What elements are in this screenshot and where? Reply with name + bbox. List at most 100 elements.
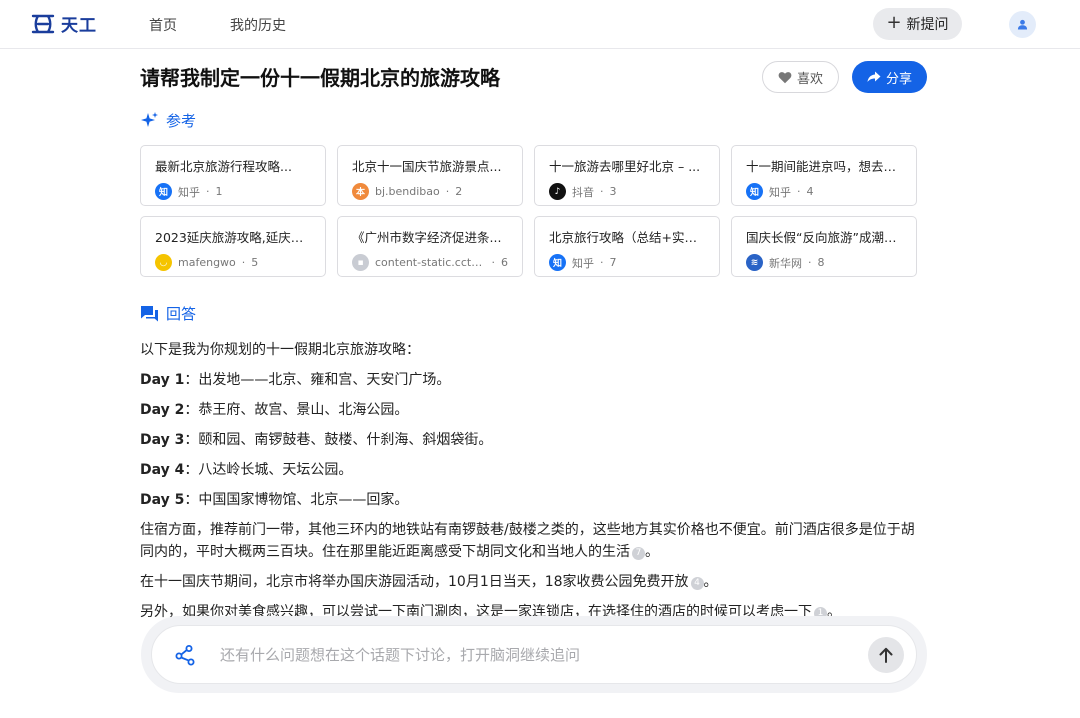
day-label: Day 1 (140, 372, 185, 388)
reference-title: 北京旅行攻略（总结+实践... (549, 230, 705, 245)
logo[interactable]: 天工 (31, 11, 97, 36)
nav-home[interactable]: 首页 (149, 15, 177, 35)
reference-meta: 知知乎 · 7 (549, 254, 705, 271)
reference-source: 新华网 (769, 256, 802, 270)
reference-title: 《广州市数字经济促进条... (352, 230, 502, 245)
reference-source: mafengwo (178, 256, 236, 269)
zhihu-icon: 知 (155, 183, 172, 200)
reference-meta: ♪ 抖音 · 3 (549, 183, 705, 200)
answer-paragraph: 在十一国庆节期间，北京市将举办国庆游园活动，10月1日当天，18家收费公园免费开… (140, 571, 927, 593)
reference-card[interactable]: 十一期间能进京吗，想去北... 知知乎 · 4 (731, 145, 917, 206)
reference-index: 8 (817, 256, 825, 269)
reference-index: 2 (455, 185, 463, 198)
heart-icon (778, 71, 792, 83)
share-arrow-icon (867, 71, 881, 82)
day-label: Day 2 (140, 402, 185, 418)
reference-source: 知乎 (178, 185, 200, 199)
reference-card[interactable]: 《广州市数字经济促进条... ▪ content-static.cctvn... · 6 (337, 216, 523, 277)
reference-meta: ▪ content-static.cctvn... · 6 (352, 254, 508, 271)
avatar[interactable] (1009, 11, 1036, 38)
mind-map-icon[interactable] (174, 644, 196, 666)
itinerary-day: Day 1：出发地——北京、雍和宫、天安门广场。 (140, 369, 927, 391)
reference-separator: · (206, 185, 210, 198)
send-button[interactable] (868, 637, 904, 673)
reference-title: 2023延庆旅游攻略,延庆自... (155, 230, 311, 245)
reference-index: 1 (215, 185, 223, 198)
reference-card[interactable]: 最新北京旅游行程攻略... 知知乎 · 1 (140, 145, 326, 206)
top-bar: 天工 首页 我的历史 + 新提问 (0, 0, 1080, 49)
share-button[interactable]: 分享 (852, 61, 927, 93)
reference-separator: · (491, 256, 496, 269)
answer-body: 以下是我为你规划的十一假期北京旅游攻略： Day 1：出发地——北京、雍和宫、天… (140, 339, 927, 631)
reference-meta: ≋ 新华网 · 8 (746, 254, 902, 271)
answer-heading: 回答 (140, 303, 196, 324)
reference-title: 国庆长假“反向旅游”成潮流... (746, 230, 902, 245)
reference-index: 4 (806, 185, 814, 198)
tiangong-logo-icon (31, 14, 55, 33)
reference-source: 抖音 (572, 185, 594, 199)
reference-index: 7 (609, 256, 617, 269)
references-heading-label: 参考 (166, 112, 197, 130)
reference-card[interactable]: 北京十一国庆节旅游景点... 本 bj.bendibao · 2 (337, 145, 523, 206)
reference-separator: · (241, 256, 246, 269)
day-text: ：出发地——北京、雍和宫、天安门广场。 (184, 372, 451, 388)
follow-up-box (151, 625, 917, 684)
day-label: Day 3 (140, 432, 185, 448)
reference-separator: · (808, 256, 812, 269)
day-label: Day 5 (140, 492, 185, 508)
answer-heading-label: 回答 (166, 305, 197, 323)
day-text: ：八达岭长城、天坛公园。 (184, 462, 353, 478)
follow-up-input[interactable] (220, 626, 840, 683)
reference-source: bj.bendibao (375, 185, 440, 198)
paragraph-end: 。 (703, 574, 718, 590)
sparkle-icon (141, 112, 158, 127)
itinerary-day: Day 4：八达岭长城、天坛公园。 (140, 459, 927, 481)
reference-separator: · (445, 185, 450, 198)
follow-up-bar (141, 616, 927, 693)
reference-meta: ◡ mafengwo · 5 (155, 254, 311, 271)
reference-separator: · (600, 185, 604, 198)
reference-source: 知乎 (769, 185, 791, 199)
paragraph-text: 住宿方面，推荐前门一带，其他三环内的地铁站有南锣鼓巷/鼓楼之类的，这些地方其实价… (140, 522, 915, 560)
itinerary-day: Day 3：颐和园、南锣鼓巷、鼓楼、什刹海、斜烟袋街。 (140, 429, 927, 451)
zhihu-icon: 知 (549, 254, 566, 271)
reference-card[interactable]: 北京旅行攻略（总结+实践... 知知乎 · 7 (534, 216, 720, 277)
citation-badge[interactable]: 4 (690, 577, 704, 590)
like-button[interactable]: 喜欢 (762, 61, 839, 93)
reference-title: 十一期间能进京吗，想去北... (746, 159, 902, 174)
reference-source: content-static.cctvn... (375, 256, 486, 269)
arrow-up-icon (879, 647, 893, 663)
day-label: Day 4 (140, 462, 185, 478)
reference-list: 最新北京旅游行程攻略... 知知乎 · 1 北京十一国庆节旅游景点... 本 bj.bend… (140, 145, 927, 277)
zhihu-icon: 知 (746, 183, 763, 200)
page-title: 请帮我制定一份十一假期北京的旅游攻略 (140, 66, 500, 90)
itinerary-day: Day 5：中国国家博物馆、北京——回家。 (140, 489, 927, 511)
paragraph-text: 在十一国庆节期间，北京市将举办国庆游园活动，10月1日当天，18家收费公园免费开… (140, 574, 689, 590)
answer-paragraph: 住宿方面，推荐前门一带，其他三环内的地铁站有南锣鼓巷/鼓楼之类的，这些地方其实价… (140, 519, 927, 563)
reference-index: 5 (251, 256, 259, 269)
cctv-icon: ▪ (352, 254, 369, 271)
citation-badge[interactable]: 7 (632, 547, 645, 560)
new-question-button[interactable]: + 新提问 (873, 8, 962, 40)
reference-source: 知乎 (572, 256, 594, 270)
reference-separator: · (797, 185, 801, 198)
reference-meta: 知知乎 · 1 (155, 183, 311, 200)
douyin-icon: ♪ (549, 183, 566, 200)
nav-history[interactable]: 我的历史 (230, 15, 286, 35)
reference-card[interactable]: 国庆长假“反向旅游”成潮流... ≋ 新华网 · 8 (731, 216, 917, 277)
logo-text: 天工 (61, 16, 97, 36)
chat-bubble-icon (141, 305, 158, 321)
reference-card[interactable]: 2023延庆旅游攻略,延庆自... ◡ mafengwo · 5 (140, 216, 326, 277)
reference-index: 6 (501, 256, 508, 269)
reference-card[interactable]: 十一旅游去哪里好北京 – ... ♪ 抖音 · 3 (534, 145, 720, 206)
reference-title: 最新北京旅游行程攻略... (155, 159, 292, 174)
share-label: 分享 (885, 71, 912, 87)
reference-title: 北京十一国庆节旅游景点... (352, 159, 502, 174)
reference-meta: 知知乎 · 4 (746, 183, 902, 200)
reference-index: 3 (609, 185, 617, 198)
day-text: ：颐和园、南锣鼓巷、鼓楼、什刹海、斜烟袋街。 (184, 432, 493, 448)
user-icon (1017, 19, 1028, 30)
plus-icon: + (886, 12, 902, 33)
mafengwo-icon: ◡ (155, 254, 172, 271)
bendibao-icon: 本 (352, 183, 369, 200)
